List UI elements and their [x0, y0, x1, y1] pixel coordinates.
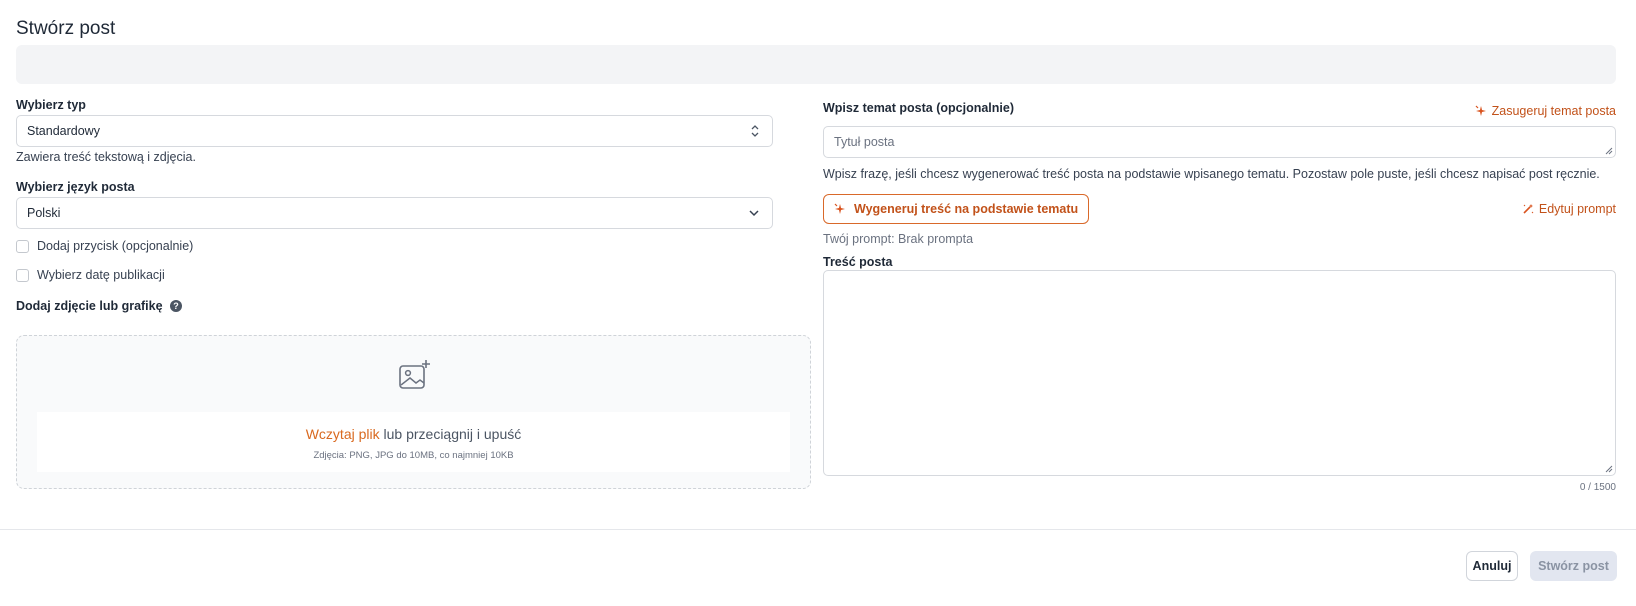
edit-prompt-label: Edytuj prompt [1538, 202, 1616, 216]
upload-hint: Zdjęcia: PNG, JPG do 10MB, co najmniej 1… [313, 450, 514, 461]
prompt-status: Twój prompt: Brak prompta [823, 232, 974, 246]
add-button-option-label: Dodaj przycisk (opcjonalnie) [37, 239, 194, 253]
info-banner [16, 45, 1616, 84]
language-select-value: Polski [27, 206, 61, 220]
publish-date-option-label: Wybierz datę publikacji [37, 268, 165, 282]
topic-label: Wpisz temat posta (opcjonalnie) [823, 101, 1014, 115]
create-post-button[interactable]: Stwórz post [1530, 551, 1617, 581]
dropzone-instructions: Wczytaj plik lub przeciągnij i upuść [37, 426, 790, 442]
content-textarea[interactable] [823, 270, 1616, 476]
edit-prompt-button[interactable]: Edytuj prompt [1522, 202, 1616, 216]
type-hint: Zawiera treść tekstową i zdjęcia. [16, 150, 196, 164]
add-button-option[interactable]: Dodaj przycisk (opcjonalnie) [16, 239, 193, 253]
resize-handle-icon[interactable] [1605, 465, 1613, 473]
image-label-row: Dodaj zdjęcie lub grafikę ? [16, 297, 183, 315]
sparkle-icon [834, 203, 845, 214]
question-circle-icon[interactable]: ? [170, 299, 183, 312]
upload-file-link[interactable]: Wczytaj plik [306, 426, 380, 442]
type-select-value: Standardowy [27, 124, 100, 138]
magic-wand-icon [1523, 204, 1534, 214]
topic-header: Wpisz temat posta (opcjonalnie) Zasugeru… [823, 98, 1616, 118]
chevron-up-down-icon [751, 125, 759, 137]
content-label: Treść posta [823, 255, 893, 269]
topic-hint: Wpisz frazę, jeśli chcesz wygenerować tr… [823, 167, 1600, 181]
footer-divider [0, 529, 1636, 530]
publish-date-checkbox[interactable] [16, 268, 29, 282]
language-label: Wybierz język posta [16, 180, 135, 194]
image-dropzone[interactable]: Wczytaj plik lub przeciągnij i upuść Zdj… [16, 335, 811, 489]
right-column: Wpisz temat posta (opcjonalnie) Zasugeru… [823, 98, 1616, 493]
generate-content-label: Wygeneruj treść na podstawie tematu [854, 202, 1079, 216]
topic-input-placeholder: Tytuł posta [834, 135, 895, 149]
language-select[interactable]: Polski [16, 197, 773, 229]
image-label: Dodaj zdjęcie lub grafikę [16, 299, 163, 313]
page-title: Stwórz post [16, 18, 116, 39]
add-button-checkbox[interactable] [16, 239, 29, 253]
cancel-button[interactable]: Anuluj [1466, 551, 1518, 581]
sparkle-icon [1475, 105, 1486, 116]
generate-content-button[interactable]: Wygeneruj treść na podstawie tematu [823, 194, 1090, 224]
chevron-down-icon [749, 210, 759, 217]
resize-handle-icon[interactable] [1605, 147, 1613, 155]
type-label: Wybierz typ [16, 98, 86, 112]
suggest-topic-button[interactable]: Zasugeruj temat posta [1475, 104, 1616, 118]
publish-date-option[interactable]: Wybierz datę publikacji [16, 268, 165, 282]
character-counter: 0 / 1500 [1579, 482, 1616, 493]
drag-drop-text: lub przeciągnij i upuść [379, 426, 522, 442]
dropzone-text-area: Wczytaj plik lub przeciągnij i upuść Zdj… [37, 412, 790, 472]
topic-input[interactable]: Tytuł posta [823, 126, 1616, 158]
generate-row: Wygeneruj treść na podstawie tematu Edyt… [823, 194, 1616, 224]
suggest-topic-label: Zasugeruj temat posta [1491, 104, 1616, 118]
type-select[interactable]: Standardowy [16, 115, 773, 147]
image-plus-icon [399, 360, 430, 389]
